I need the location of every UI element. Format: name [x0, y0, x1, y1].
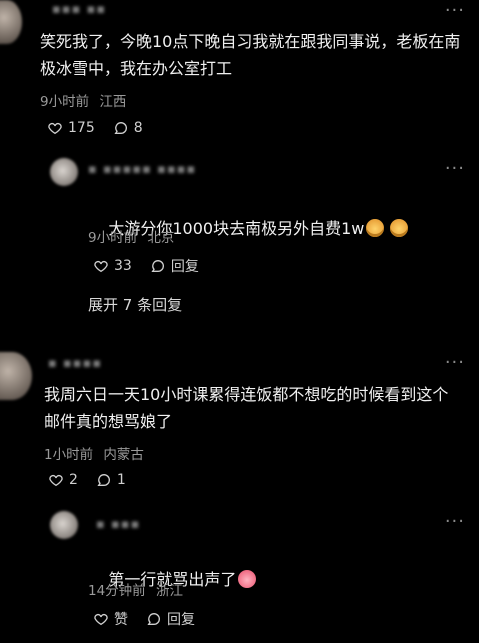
reply-location: 浙江 — [155, 583, 183, 599]
reply-label: 回复 — [167, 612, 195, 628]
comment-username[interactable]: ▪▪▪ ▪▪ — [52, 2, 106, 17]
comment-time: 1小时前 — [44, 447, 94, 463]
peach-icon — [238, 570, 257, 588]
comment-time: 9小时前 — [40, 94, 90, 110]
comment-username[interactable]: ▪ ▪▪▪▪ — [48, 356, 102, 371]
comment-location: 内蒙古 — [103, 447, 144, 463]
like-button[interactable]: 赞 — [93, 609, 128, 629]
like-button[interactable]: 33 — [93, 258, 132, 274]
more-options-icon[interactable]: ··· — [445, 511, 465, 532]
heart-icon — [94, 613, 108, 626]
comment-meta: 9小时前 江西 — [40, 90, 126, 110]
comment-actions: 175 8 — [47, 120, 143, 136]
speech-bubble-icon — [147, 612, 160, 625]
comment-location: 江西 — [99, 94, 127, 110]
more-options-icon[interactable]: ··· — [445, 352, 465, 373]
heart-icon — [48, 122, 62, 135]
like-label: 赞 — [114, 612, 128, 628]
avatar[interactable] — [50, 511, 78, 539]
speech-bubble-icon — [114, 121, 127, 134]
reply-button[interactable]: 8 — [113, 120, 143, 136]
reply-meta: 14分钟前 浙江 — [88, 579, 183, 599]
like-button[interactable]: 2 — [48, 472, 78, 488]
cat-face-icon — [390, 219, 409, 237]
reply-username[interactable]: ▪ ▪▪▪▪▪ ▪▪▪▪ — [88, 162, 196, 177]
more-options-icon[interactable]: ··· — [445, 158, 465, 179]
avatar[interactable] — [0, 0, 22, 44]
like-count: 2 — [69, 472, 78, 488]
reply-count: 1 — [116, 472, 126, 488]
reply-time: 9小时前 — [88, 230, 138, 246]
like-count: 33 — [114, 258, 132, 274]
reply-label: 回复 — [170, 259, 199, 275]
reply-button[interactable]: 回复 — [146, 609, 195, 629]
comment-text: 笑死我了，今晚10点下晚自习我就在跟我同事说，老板在南极冰雪中，我在办公室打工 — [40, 32, 461, 78]
reply-username[interactable]: ▪ ▪▪▪ — [96, 517, 140, 532]
like-count: 175 — [68, 120, 95, 136]
speech-bubble-icon — [151, 259, 164, 272]
reply-meta: 9小时前 北京 — [88, 226, 174, 246]
speech-bubble-icon — [97, 473, 110, 486]
more-options-icon[interactable]: ··· — [445, 0, 465, 21]
cat-face-icon — [366, 219, 385, 237]
expand-replies-button[interactable]: 展开 7 条回复 — [88, 294, 182, 315]
like-button[interactable]: 175 — [47, 120, 95, 136]
reply-button[interactable]: 回复 — [150, 256, 199, 276]
reply-actions: 赞 回复 — [93, 609, 195, 629]
comment-text: 我周六日一天10小时课累得连饭都不想吃的时候看到这个邮件真的想骂娘了 — [44, 385, 449, 431]
comment-actions: 2 1 — [48, 472, 126, 488]
heart-icon — [94, 260, 108, 273]
reply-actions: 33 回复 — [93, 256, 199, 276]
avatar[interactable] — [0, 352, 32, 400]
reply-button[interactable]: 1 — [96, 472, 126, 488]
reply-location: 北京 — [147, 230, 175, 246]
avatar[interactable] — [50, 158, 78, 186]
heart-icon — [49, 474, 63, 487]
comment-meta: 1小时前 内蒙古 — [44, 443, 144, 463]
reply-count: 8 — [133, 120, 143, 136]
reply-time: 14分钟前 — [88, 583, 146, 599]
